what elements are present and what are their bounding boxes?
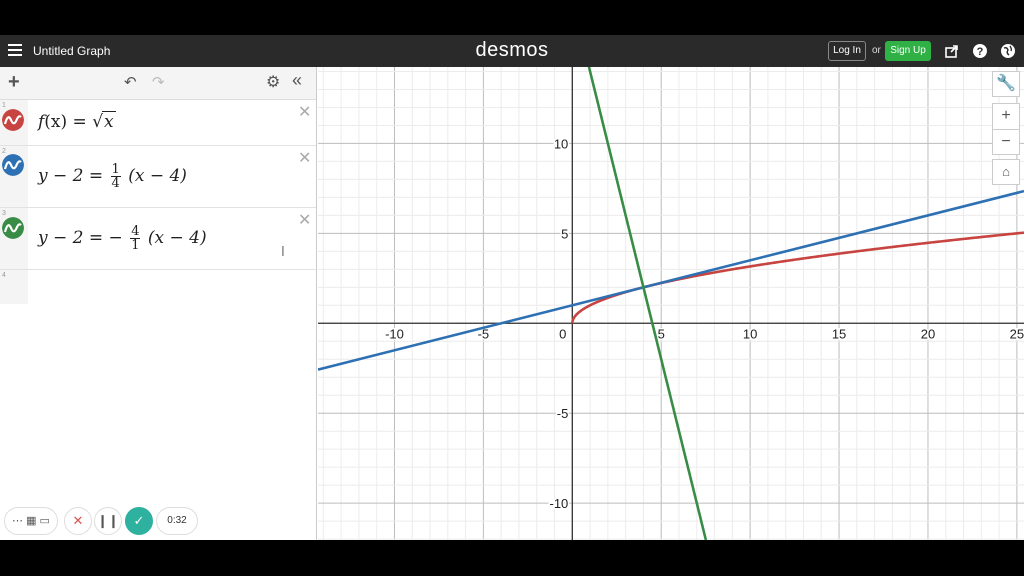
- language-globe-icon[interactable]: [1000, 43, 1016, 59]
- y-tick-label: 5: [561, 226, 568, 241]
- expression-gutter: 1: [0, 100, 28, 145]
- expression-math[interactable]: y − 2 = 14 (x − 4): [38, 163, 187, 190]
- default-viewport-home-icon[interactable]: ⌂: [992, 159, 1020, 185]
- settings-gear-icon[interactable]: ⚙: [266, 72, 280, 92]
- add-expression-button[interactable]: +: [8, 71, 20, 94]
- red-graph-toggle-icon[interactable]: [2, 109, 24, 131]
- x-tick-label: 0: [559, 326, 566, 341]
- recorder-pause-icon[interactable]: ❙❙: [94, 507, 122, 535]
- y-tick-label: 10: [554, 136, 568, 151]
- tangent-line: [318, 189, 1024, 371]
- y-tick-label: -10: [550, 496, 569, 511]
- expression-row-4[interactable]: 4: [0, 270, 316, 304]
- normal-line: [587, 67, 708, 540]
- expression-row-3[interactable]: 3 y − 2 = − 41 (x − 4) ✕ I: [0, 208, 316, 270]
- undo-icon[interactable]: ↶: [124, 73, 137, 91]
- zoom-out-button[interactable]: −: [992, 129, 1020, 155]
- expression-number: 1: [2, 102, 6, 109]
- expression-toolbar: + ↶ ↷ ⚙ «: [0, 67, 316, 100]
- green-graph-toggle-icon[interactable]: [2, 217, 24, 239]
- header-bar: Untitled Graph desmos Log In or Sign Up …: [0, 35, 1024, 67]
- graph-title[interactable]: Untitled Graph: [33, 44, 110, 58]
- login-button[interactable]: Log In: [828, 41, 866, 61]
- signup-button[interactable]: Sign Up: [885, 41, 931, 61]
- expression-gutter: 3: [0, 208, 28, 269]
- expression-gutter: 2: [0, 146, 28, 207]
- delete-expression-icon[interactable]: ✕: [298, 148, 311, 168]
- screen-recorder-bar: ⋯ ▦ ▭ ✕ ❙❙ ✓ 0:32: [4, 504, 198, 538]
- expression-row-1[interactable]: 1 f(x) = √x ✕: [0, 100, 316, 146]
- or-label: or: [872, 45, 881, 56]
- x-tick-label: 20: [921, 326, 935, 341]
- delete-expression-icon[interactable]: ✕: [298, 102, 311, 122]
- recorder-tools-button[interactable]: ⋯ ▦ ▭: [4, 507, 58, 535]
- zoom-in-button[interactable]: +: [992, 103, 1020, 129]
- blue-graph-toggle-icon[interactable]: [2, 154, 24, 176]
- expression-number: 3: [2, 210, 6, 217]
- expression-math[interactable]: f(x) = √x: [38, 111, 116, 132]
- collapse-panel-icon[interactable]: «: [292, 70, 302, 91]
- expression-number: 4: [2, 272, 6, 279]
- expression-math[interactable]: y − 2 = − 41 (x − 4): [38, 225, 207, 252]
- expression-gutter: 4: [0, 270, 28, 304]
- graph-settings-wrench-icon[interactable]: 🔧: [992, 71, 1020, 97]
- y-tick-label: -5: [557, 406, 569, 421]
- redo-icon[interactable]: ↷: [152, 73, 165, 91]
- graph-paper[interactable]: -10 -5 0 5 10 15 20 25 10 5 -5 -10 🔧 + − ⌂: [318, 67, 1024, 540]
- expression-list: + ↶ ↷ ⚙ « 1 f(x) = √x ✕ 2 y − 2 = 1 4 (x…: [0, 67, 317, 540]
- text-cursor-icon: I: [281, 245, 285, 260]
- x-tick-label: 15: [832, 326, 846, 341]
- expression-row-2[interactable]: 2 y − 2 = 14 (x − 4) ✕: [0, 146, 316, 208]
- delete-expression-icon[interactable]: ✕: [298, 210, 311, 230]
- x-tick-label: 25: [1010, 326, 1024, 341]
- x-tick-label: 5: [658, 326, 665, 341]
- recorder-timer: 0:32: [156, 507, 198, 535]
- desmos-app: Untitled Graph desmos Log In or Sign Up …: [0, 35, 1024, 540]
- desmos-logo: desmos: [475, 39, 549, 61]
- help-icon[interactable]: ?: [972, 43, 988, 59]
- share-icon[interactable]: [944, 43, 960, 59]
- expression-number: 2: [2, 148, 6, 155]
- recorder-cancel-icon[interactable]: ✕: [64, 507, 92, 535]
- graph-canvas[interactable]: -10 -5 0 5 10 15 20 25105-5-10: [318, 67, 1024, 540]
- svg-text:?: ?: [977, 46, 984, 58]
- menu-icon[interactable]: [8, 44, 22, 56]
- recorder-done-check-icon[interactable]: ✓: [125, 507, 153, 535]
- x-tick-label: 10: [743, 326, 757, 341]
- x-tick-label: -10: [385, 326, 404, 341]
